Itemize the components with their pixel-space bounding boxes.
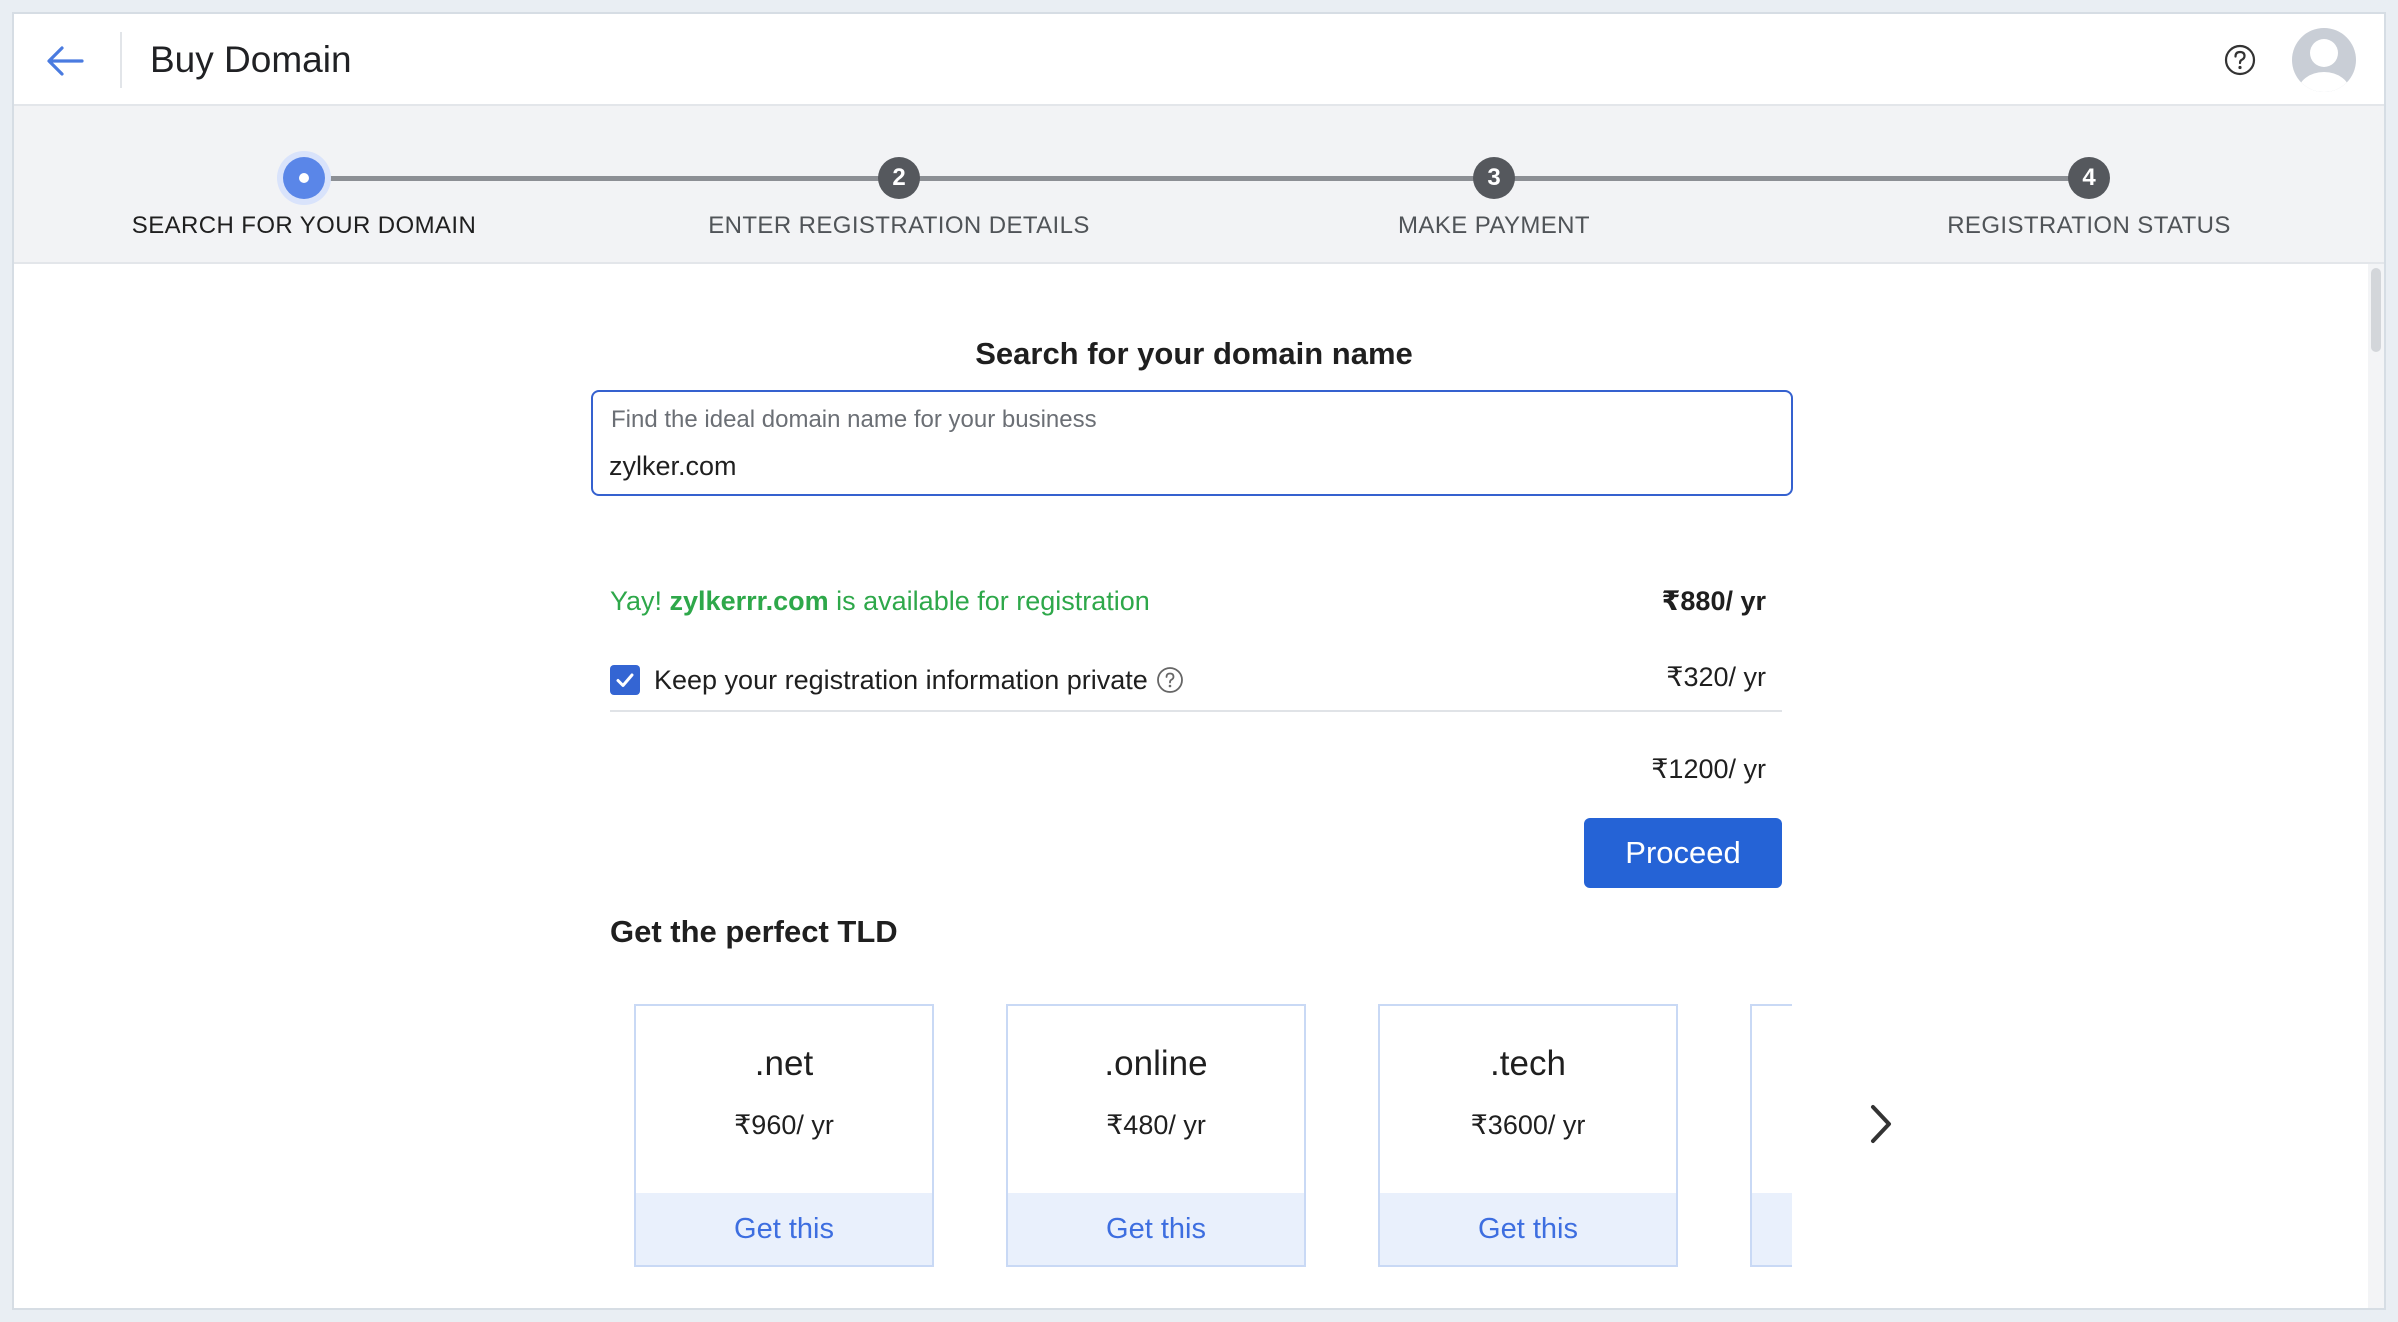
top-header: Buy Domain xyxy=(14,14,2384,106)
domain-search-field[interactable]: Find the ideal domain name for your busi… xyxy=(591,390,1793,496)
step-connector xyxy=(304,176,904,181)
step-1-label: SEARCH FOR YOUR DOMAIN xyxy=(131,212,477,239)
proceed-button[interactable]: Proceed xyxy=(1584,818,1782,888)
tld-card: .online ₹480/ yr Get this xyxy=(1006,1004,1306,1267)
domain-search-input[interactable] xyxy=(609,446,1759,486)
progress-stepper: 2 3 4 SEARCH FOR YOUR DOMAIN ENTER REGIS… xyxy=(14,106,2384,264)
tld-card-partial xyxy=(1750,1004,1792,1267)
user-avatar-icon[interactable] xyxy=(2290,26,2358,94)
step-connector xyxy=(1500,176,2096,181)
tld-name: .online xyxy=(1104,1044,1208,1083)
step-3-label: MAKE PAYMENT xyxy=(1398,212,1590,239)
get-this-button[interactable]: Get this xyxy=(1008,1193,1304,1265)
availability-prefix: Yay! xyxy=(610,586,670,616)
check-icon xyxy=(616,673,634,687)
step-1-indicator xyxy=(283,157,325,199)
domain-price: ₹880/ yr xyxy=(1661,586,1766,616)
total-price: ₹1200/ yr xyxy=(1651,754,1766,784)
scroll-thumb[interactable] xyxy=(2371,268,2381,352)
search-heading: Search for your domain name xyxy=(975,336,1413,371)
header-divider xyxy=(120,32,122,88)
help-icon[interactable] xyxy=(2222,42,2258,78)
step-4-indicator: 4 xyxy=(2068,157,2110,199)
step-2-label: ENTER REGISTRATION DETAILS xyxy=(708,212,1090,239)
app-window: Buy Domain 2 3 4 SEARCH FOR YOUR DOMAIN … xyxy=(12,12,2386,1310)
availability-message: Yay! zylkerrr.com is available for regis… xyxy=(610,586,1150,617)
get-this-button[interactable]: Get this xyxy=(1380,1193,1676,1265)
page-title: Buy Domain xyxy=(150,39,352,80)
price-divider xyxy=(610,710,1782,712)
privacy-option: Keep your registration information priva… xyxy=(610,662,1184,698)
tld-name: .net xyxy=(754,1044,814,1083)
privacy-checkbox[interactable] xyxy=(610,665,640,695)
privacy-label: Keep your registration information priva… xyxy=(654,664,1148,695)
get-this-button[interactable]: Get this xyxy=(636,1193,932,1265)
tld-name: .tech xyxy=(1490,1044,1566,1083)
step-3-indicator: 3 xyxy=(1473,157,1515,199)
step-4-label: REGISTRATION STATUS xyxy=(1947,212,2231,239)
available-domain: zylkerrr.com xyxy=(669,586,829,616)
tld-price: ₹960/ yr xyxy=(734,1110,834,1140)
tld-card: .net ₹960/ yr Get this xyxy=(634,1004,934,1267)
vertical-scrollbar[interactable] xyxy=(2368,264,2384,1308)
tld-card: .tech ₹3600/ yr Get this xyxy=(1378,1004,1678,1267)
privacy-price: ₹320/ yr xyxy=(1666,662,1766,692)
chevron-right-icon[interactable] xyxy=(1862,1099,1900,1149)
tld-carousel: .net ₹960/ yr Get this .online ₹480/ yr … xyxy=(622,1004,1792,1274)
get-this-button[interactable] xyxy=(1752,1193,1792,1265)
step-2-indicator: 2 xyxy=(878,157,920,199)
tld-price: ₹3600/ yr xyxy=(1470,1110,1586,1140)
availability-suffix: is available for registration xyxy=(828,586,1150,616)
tld-price: ₹480/ yr xyxy=(1106,1110,1206,1140)
info-question-icon[interactable] xyxy=(1156,666,1184,694)
back-arrow-icon[interactable] xyxy=(42,38,88,84)
tld-heading: Get the perfect TLD xyxy=(610,914,898,949)
step-connector xyxy=(904,176,1500,181)
search-field-label: Find the ideal domain name for your busi… xyxy=(611,406,1097,433)
